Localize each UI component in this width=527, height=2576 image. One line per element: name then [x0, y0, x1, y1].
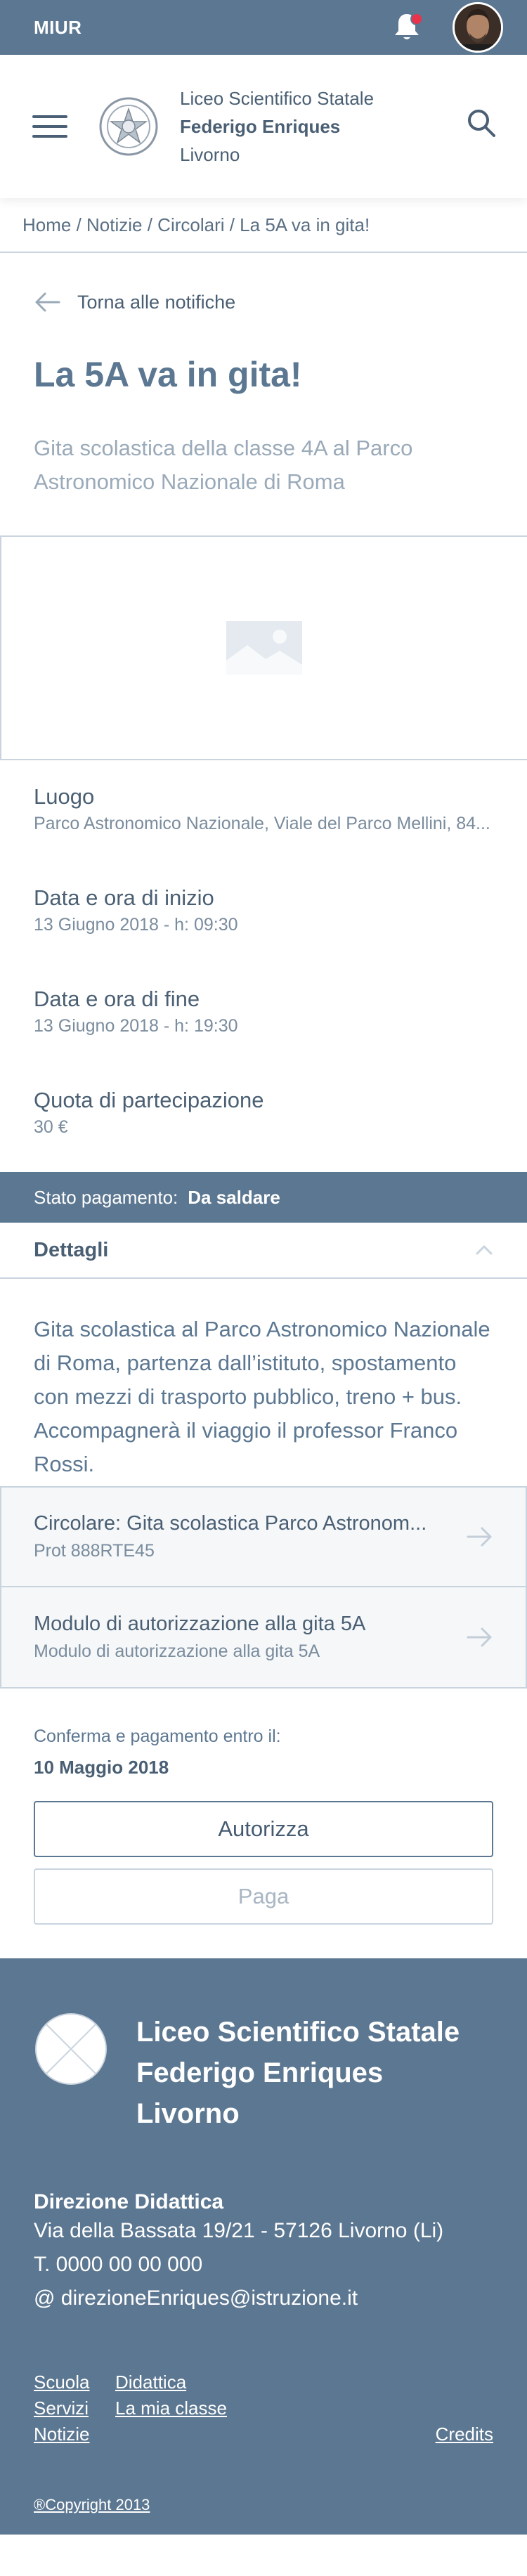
confirm-label: Conferma e pagamento entro il: — [34, 1726, 281, 1746]
info-label: Quota di partecipazione — [34, 1088, 264, 1112]
top-bar-actions — [389, 2, 503, 53]
info-end: Data e ora di fine 13 Giugno 2018 - h: 1… — [34, 987, 493, 1064]
footer-school-line-3: Livorno — [136, 2098, 240, 2129]
confirm-section: Conferma e pagamento entro il: 10 Maggio… — [0, 1726, 527, 1778]
footer-link-scuola[interactable]: Scuola — [34, 2372, 115, 2393]
details-accordion-header[interactable]: Dettagli — [0, 1223, 527, 1279]
back-link[interactable]: Torna alle notifiche — [0, 253, 527, 351]
notifications-button[interactable] — [389, 10, 424, 45]
info-value: 13 Giugno 2018 - h: 19:30 — [34, 1016, 238, 1036]
footer-copyright[interactable]: ®Copyright 2013 — [34, 2496, 150, 2514]
footer-links: Scuola Didattica Servizi La mia classe N… — [34, 2372, 493, 2445]
avatar[interactable] — [453, 2, 503, 53]
info-start: Data e ora di inizio 13 Giugno 2018 - h:… — [34, 885, 493, 963]
footer-school-line-2: Federigo Enriques — [136, 2057, 384, 2088]
attachment-item[interactable]: Modulo di autorizzazione alla gita 5A Mo… — [0, 1587, 527, 1689]
notification-dot — [410, 13, 423, 25]
footer-address: Via della Bassata 19/21 - 57126 Livorno … — [34, 2219, 444, 2242]
emblem-icon — [99, 97, 158, 156]
footer-school-name: Liceo Scientifico Statale Federigo Enriq… — [136, 2012, 460, 2134]
page-title: La 5A va in gita! — [34, 355, 302, 394]
school-line-3: Livorno — [180, 144, 240, 165]
info-location: Luogo Parco Astronomico Nazionale, Viale… — [34, 784, 493, 861]
attachment-subtitle: Modulo di autorizzazione alla gita 5A — [34, 1641, 320, 1661]
chevron-up-icon — [476, 1245, 493, 1255]
image-placeholder — [0, 535, 527, 760]
school-name[interactable]: Liceo Scientifico Statale Federigo Enriq… — [180, 84, 374, 169]
top-bar: MIUR — [0, 0, 527, 55]
payment-status-bar: Stato pagamento: Da saldare — [0, 1172, 527, 1223]
authorize-button[interactable]: Autorizza — [34, 1801, 493, 1857]
info-label: Data e ora di inizio — [34, 885, 214, 910]
info-label: Luogo — [34, 784, 95, 809]
details-label: Dettagli — [34, 1238, 109, 1261]
arrow-right-icon — [467, 1527, 492, 1547]
info-value: 13 Giugno 2018 - h: 09:30 — [34, 915, 238, 935]
logo-placeholder-icon — [35, 2013, 107, 2085]
footer-phone: T. 0000 00 00 000 — [34, 2253, 203, 2276]
breadcrumb[interactable]: Home / Notizie / Circolari / La 5A va in… — [0, 198, 527, 253]
image-placeholder-icon — [226, 621, 302, 675]
school-line-2: Federigo Enriques — [180, 116, 341, 137]
footer-direction: Direzione Didattica — [34, 2190, 224, 2213]
footer-link-credits[interactable]: Credits — [436, 2424, 493, 2445]
school-line-1: Liceo Scientifico Statale — [180, 88, 375, 109]
hamburger-icon[interactable] — [32, 115, 67, 138]
site-footer: Liceo Scientifico Statale Federigo Enriq… — [0, 1958, 527, 2535]
footer-brand: Liceo Scientifico Statale Federigo Enriq… — [34, 2012, 493, 2134]
footer-email[interactable]: @ direzioneEnriques@istruzione.it — [34, 2282, 493, 2315]
info-value: 30 € — [34, 1117, 68, 1137]
attachment-item[interactable]: Circolare: Gita scolastica Parco Astrono… — [0, 1486, 527, 1587]
pay-button[interactable]: Paga — [34, 1868, 493, 1925]
info-value: Parco Astronomico Nazionale, Viale del P… — [34, 814, 490, 833]
attachment-title: Circolare: Gita scolastica Parco Astrono… — [34, 1512, 427, 1535]
page-subtitle: Gita scolastica della classe 4A al Parco… — [34, 436, 413, 494]
footer-link-servizi[interactable]: Servizi — [34, 2398, 115, 2419]
footer-link-classe[interactable]: La mia classe — [115, 2398, 436, 2419]
info-fee: Quota di partecipazione 30 € — [34, 1088, 493, 1165]
back-label: Torna alle notifiche — [77, 291, 236, 313]
details-text: Gita scolastica al Parco Astronomico Naz… — [34, 1317, 490, 1476]
payment-status-label: Stato pagamento: — [34, 1186, 178, 1208]
footer-link-notizie[interactable]: Notizie — [34, 2424, 115, 2445]
search-icon[interactable] — [467, 108, 496, 138]
footer-link-didattica[interactable]: Didattica — [115, 2372, 436, 2393]
confirm-date: 10 Maggio 2018 — [34, 1757, 169, 1778]
site-header: Liceo Scientifico Statale Federigo Enriq… — [0, 55, 527, 198]
arrow-left-icon — [35, 292, 60, 312]
brand-label[interactable]: MIUR — [34, 17, 82, 39]
footer-school-line-1: Liceo Scientifico Statale — [136, 2017, 460, 2048]
arrow-right-icon — [467, 1627, 492, 1647]
info-label: Data e ora di fine — [34, 987, 200, 1011]
payment-status-value: Da saldare — [188, 1186, 280, 1208]
attachment-title: Modulo di autorizzazione alla gita 5A — [34, 1613, 366, 1635]
attachment-subtitle: Prot 888RTE45 — [34, 1541, 155, 1561]
event-info: Luogo Parco Astronomico Nazionale, Viale… — [0, 784, 527, 1165]
